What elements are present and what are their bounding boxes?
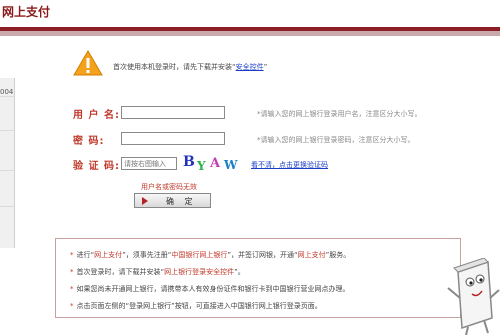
security-control-link[interactable]: 安全控件 <box>236 63 264 71</box>
captcha-char: B <box>183 154 195 170</box>
info-line-1: * 进行“网上支付”，须事先注册“中国银行网上银行”，并签订网银，开通“网上支付”… <box>70 250 350 260</box>
info-text: 中国银行网上银行 <box>171 251 228 259</box>
mascot-illustration <box>447 258 500 335</box>
refresh-captcha-link[interactable]: 看不清，点击更换验证码 <box>251 160 328 170</box>
sidebar-text: 004 <box>0 88 14 96</box>
arrow-right-icon <box>142 197 148 205</box>
username-input[interactable] <box>121 106 225 119</box>
page-title: 网上支付 <box>2 5 51 19</box>
bullet-star: * <box>70 285 74 293</box>
username-label: 用 户 名: <box>73 110 120 121</box>
info-text: ”，并签订网银，开通“ <box>227 251 298 259</box>
bullet-star: * <box>70 268 74 276</box>
info-text: 首次登录时，请下载并安装“ <box>76 268 165 276</box>
error-message: 用户名或密码无效 <box>141 183 197 191</box>
sidebar-row[interactable] <box>0 206 14 207</box>
sidebar-row[interactable] <box>0 96 14 97</box>
confirm-button-label: 确 定 <box>166 197 197 206</box>
password-label: 密 码: <box>73 136 105 147</box>
notice-suffix: ” <box>263 63 268 71</box>
password-hint: *请输入您的网上银行登录密码，注意区分大小写。 <box>257 136 415 144</box>
header-divider-light <box>0 31 500 36</box>
info-text: ”，须事先注册“ <box>122 251 172 259</box>
sidebar-row[interactable] <box>0 170 14 171</box>
left-sidebar <box>0 78 15 248</box>
header: 网上支付 <box>0 0 500 26</box>
info-box: * 进行“网上支付”，须事先注册“中国银行网上银行”，并签订网银，开通“网上支付”… <box>55 238 461 318</box>
info-line-4: * 点击页面左侧的“登录网上银行”按钮，可直接进入中国银行网上银行登录页面。 <box>70 301 322 311</box>
info-text: 网上支付 <box>297 251 326 259</box>
username-hint: *请输入您的网上银行登录用户名，注意区分大小写。 <box>257 110 422 118</box>
password-input[interactable] <box>121 132 225 145</box>
captcha-char: Y <box>197 159 206 173</box>
notice-prefix: 首次使用本机登录时，请先下载并安装“ <box>113 63 236 71</box>
install-notice: 首次使用本机登录时，请先下载并安装“安全控件” <box>113 62 267 72</box>
sidebar-row[interactable] <box>0 130 14 131</box>
info-text: ”服务。 <box>325 251 351 259</box>
bullet-star: * <box>70 251 74 259</box>
captcha-label: 验 证 码: <box>73 161 120 172</box>
confirm-button[interactable]: 确 定 <box>134 193 211 208</box>
info-line-2: * 首次登录时，请下载并安装“网上银行登录安全控件”。 <box>70 267 245 277</box>
info-text: 如果您尚未开通网上银行，请携带本人有效身份证件和银行卡到中国银行营业网点办理。 <box>76 285 350 293</box>
bullet-star: * <box>70 302 74 310</box>
info-line-3: * 如果您尚未开通网上银行，请携带本人有效身份证件和银行卡到中国银行营业网点办理。 <box>70 284 350 294</box>
captcha-char: A <box>210 156 221 171</box>
info-text: 点击页面左侧的“登录网上银行”按钮，可直接进入中国银行网上银行登录页面。 <box>76 302 322 310</box>
captcha-input[interactable] <box>121 157 177 170</box>
captcha-char: W <box>224 158 238 172</box>
info-text: 进行“ <box>76 251 95 259</box>
info-text: 网上支付 <box>94 251 123 259</box>
info-text: ”。 <box>234 268 245 276</box>
info-text: 网上银行登录安全控件 <box>164 268 235 276</box>
captcha-image[interactable]: B Y A W <box>180 154 243 174</box>
warning-icon <box>73 50 103 76</box>
